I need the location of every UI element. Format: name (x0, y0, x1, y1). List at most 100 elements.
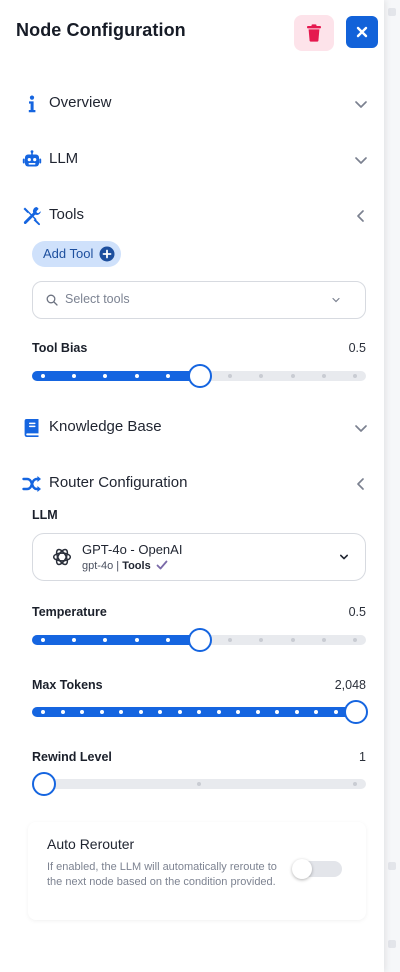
slider-fill (32, 635, 201, 645)
shuffle-icon (22, 476, 41, 492)
toggle-knob (292, 859, 312, 879)
section-overview-label: Overview (49, 94, 112, 111)
section-router-configuration[interactable]: Router Configuration (0, 464, 384, 504)
slider-step-dot (294, 710, 299, 714)
plus-icon (99, 246, 115, 262)
chevron-down-icon (355, 101, 367, 108)
tool-bias-value: 0.5 (348, 341, 366, 355)
slider-step-dot (259, 638, 264, 642)
slider-step-dot (134, 374, 139, 378)
trash-icon (307, 24, 321, 42)
auto-rerouter-toggle[interactable] (292, 859, 342, 879)
auto-rerouter-title: Auto Rerouter (47, 836, 135, 852)
slider-step-dot (321, 638, 326, 642)
slider-step-dot (321, 374, 326, 378)
slider-step-dot (353, 374, 357, 378)
page-title: Node Configuration (16, 20, 186, 40)
slider-step-dot (158, 710, 162, 714)
chevron-down-icon (332, 297, 340, 303)
close-button[interactable] (346, 16, 378, 48)
add-tool-button[interactable]: Add Tool (32, 241, 121, 267)
slider-step-dot (259, 374, 264, 378)
search-icon (46, 294, 58, 306)
tool-bias-label: Tool Bias (32, 341, 88, 355)
section-tools[interactable]: Tools (0, 196, 384, 236)
rewind-level-label: Rewind Level (32, 750, 112, 764)
tools-select[interactable]: Select tools (32, 281, 366, 319)
rewind-level-slider[interactable] (32, 772, 366, 796)
router-llm-label: LLM (32, 508, 58, 522)
openai-icon (52, 548, 72, 566)
section-tools-label: Tools (49, 206, 85, 223)
canvas-marker (388, 8, 396, 16)
slider-thumb[interactable] (32, 772, 56, 796)
llm-model-capability: Tools (122, 560, 151, 572)
chevron-down-icon (340, 554, 348, 560)
slider-step-dot (290, 374, 295, 378)
slider-thumb[interactable] (188, 628, 212, 652)
slider-step-dot (80, 710, 84, 714)
chevron-down-icon (355, 425, 367, 432)
section-overview[interactable]: Overview (0, 84, 384, 124)
temperature-slider[interactable] (32, 628, 366, 652)
section-router-configuration-label: Router Configuration (49, 474, 188, 491)
slider-step-dot (138, 710, 143, 714)
slider-step-dot (353, 638, 357, 642)
section-llm-label: LLM (49, 150, 79, 167)
book-icon (24, 419, 39, 437)
slider-thumb[interactable] (344, 700, 368, 724)
max-tokens-slider[interactable] (32, 700, 368, 724)
llm-model-meta: gpt-4o | Tools (82, 559, 168, 572)
chevron-left-icon (357, 210, 364, 222)
canvas-marker (388, 940, 396, 948)
slider-step-dot (275, 710, 279, 714)
panel-header: Node Configuration (0, 0, 384, 64)
llm-model-id: gpt-4o (82, 560, 114, 572)
section-knowledge-base[interactable]: Knowledge Base (0, 408, 384, 448)
slider-step-dot (99, 710, 104, 714)
slider-step-dot (353, 782, 357, 786)
llm-model-select[interactable]: GPT-4o - OpenAI gpt-4o | Tools (32, 533, 366, 581)
section-knowledge-base-label: Knowledge Base (49, 418, 162, 435)
slider-step-dot (255, 710, 260, 714)
max-tokens-label: Max Tokens (32, 678, 103, 692)
slider-step-dot (134, 638, 139, 642)
slider-step-dot (314, 710, 318, 714)
slider-step-dot (41, 374, 45, 378)
chevron-left-icon (357, 478, 364, 490)
auto-rerouter-card: Auto Rerouter If enabled, the LLM will a… (28, 822, 366, 920)
add-tool-label: Add Tool (43, 246, 94, 261)
slider-step-dot (197, 710, 201, 714)
slider-step-dot (236, 710, 240, 714)
section-llm[interactable]: LLM (0, 140, 384, 180)
node-configuration-panel: Node Configuration Overview LLM Tools Ad… (0, 0, 384, 972)
slider-step-dot (216, 710, 221, 714)
delete-button[interactable] (294, 15, 334, 51)
temperature-label: Temperature (32, 605, 107, 619)
check-icon (156, 560, 168, 570)
slider-step-dot (60, 710, 65, 714)
slider-step-dot (197, 782, 201, 786)
llm-model-name: GPT-4o - OpenAI (82, 542, 183, 557)
slider-step-dot (177, 710, 182, 714)
info-icon (28, 95, 36, 113)
slider-thumb[interactable] (188, 364, 212, 388)
slider-step-dot (119, 710, 123, 714)
temperature-value: 0.5 (348, 605, 366, 619)
slider-step-dot (41, 638, 45, 642)
slider-step-dot (165, 638, 170, 642)
slider-step-dot (228, 638, 233, 642)
slider-step-dot (228, 374, 233, 378)
slider-step-dot (165, 374, 170, 378)
auto-rerouter-description: If enabled, the LLM will automatically r… (47, 861, 277, 888)
chevron-down-icon (355, 157, 367, 164)
slider-step-dot (333, 710, 338, 714)
tools-select-placeholder: Select tools (65, 292, 130, 306)
tool-bias-slider[interactable] (32, 364, 366, 388)
robot-icon (22, 150, 42, 167)
slider-step-dot (41, 710, 45, 714)
canvas-edge (384, 0, 400, 972)
canvas-marker (388, 862, 396, 870)
max-tokens-value: 2,048 (334, 678, 366, 692)
close-icon (356, 26, 368, 38)
